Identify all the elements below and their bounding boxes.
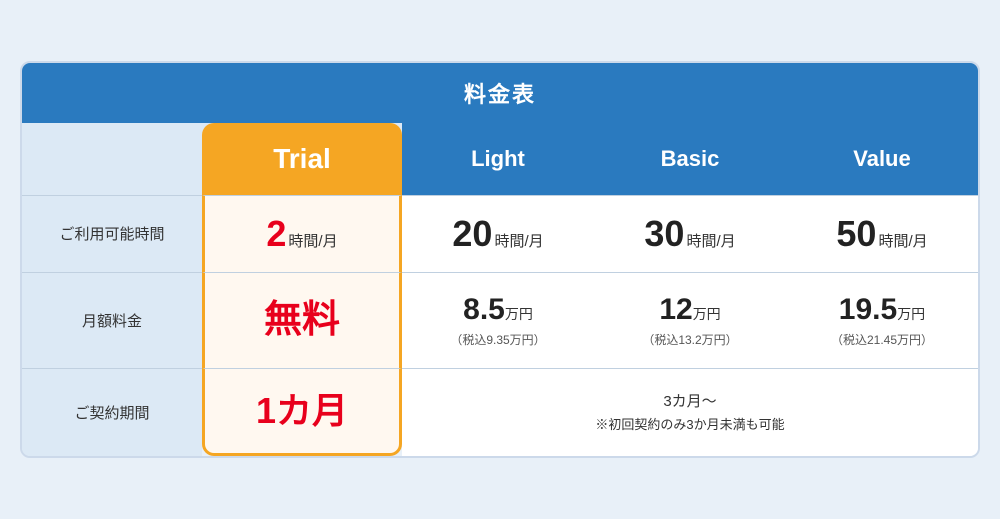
monthly-fee-light-tax: （税込9.35万円）	[450, 331, 545, 348]
contract-period-trial: 1カ月	[202, 368, 402, 457]
basic-header: Basic	[594, 123, 786, 195]
column-headers: Trial Light Basic Value	[22, 123, 978, 195]
usage-time-basic: 30 時間/月	[594, 195, 786, 272]
data-grid: ご利用可能時間 2 時間/月 20 時間/月 30 時間/月 50 時間/月	[22, 195, 978, 457]
contract-period-main: 3カ月〜	[595, 389, 784, 415]
value-header: Value	[786, 123, 978, 195]
monthly-fee-value: 19.5 万円 （税込21.45万円）	[786, 272, 978, 368]
pricing-table: 料金表 Trial Light Basic Value ご利用可能時間 2 時間…	[20, 61, 980, 459]
table-title: 料金表	[22, 63, 978, 123]
usage-time-trial: 2 時間/月	[202, 195, 402, 272]
trial-header: Trial	[202, 123, 402, 195]
monthly-fee-light: 8.5 万円 （税込9.35万円）	[402, 272, 594, 368]
monthly-fee-basic: 12 万円 （税込13.2万円）	[594, 272, 786, 368]
usage-time-light: 20 時間/月	[402, 195, 594, 272]
monthly-fee-trial: 無料	[202, 272, 402, 368]
usage-time-label: ご利用可能時間	[22, 195, 202, 272]
monthly-fee-value-tax: （税込21.45万円）	[831, 331, 933, 348]
empty-header	[22, 123, 202, 195]
monthly-fee-basic-tax: （税込13.2万円）	[642, 331, 737, 348]
light-header: Light	[402, 123, 594, 195]
monthly-fee-label: 月額料金	[22, 272, 202, 368]
contract-period-note: ※初回契約のみ3か月未満も可能	[595, 414, 784, 436]
contract-period-label: ご契約期間	[22, 368, 202, 457]
contract-period-others: 3カ月〜 ※初回契約のみ3か月未満も可能	[402, 368, 978, 457]
usage-time-value: 50 時間/月	[786, 195, 978, 272]
